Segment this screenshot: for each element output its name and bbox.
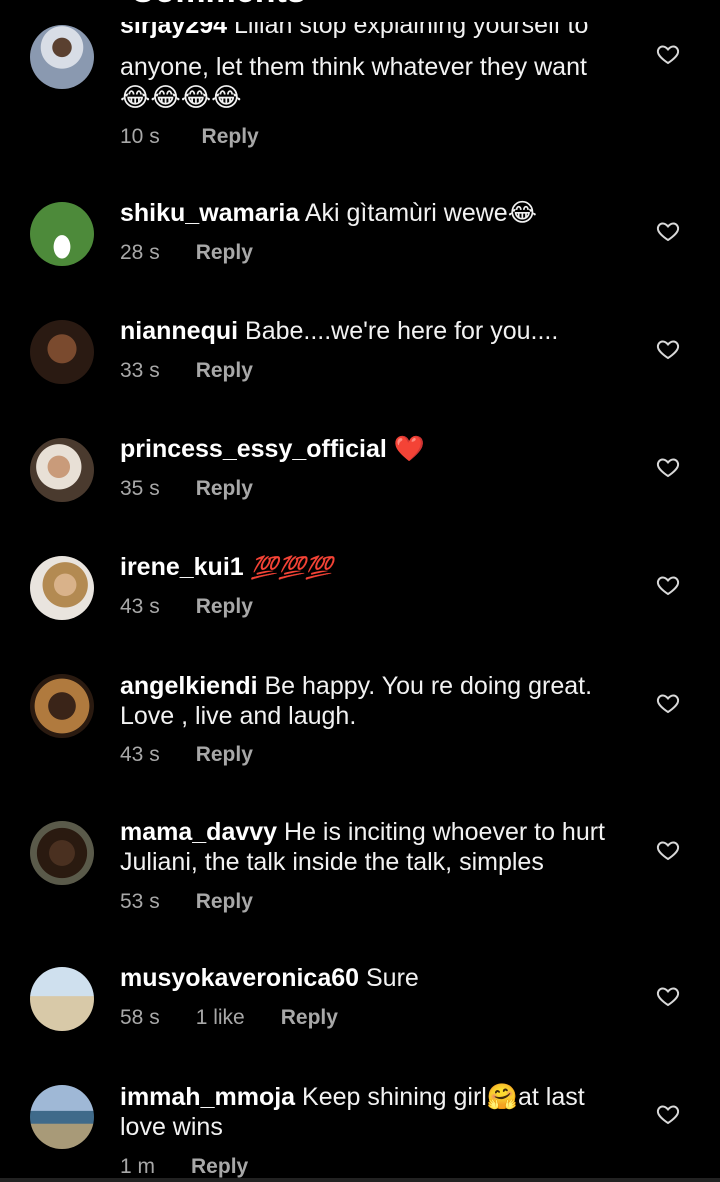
comment-text: mama_davvy He is inciting whoever to hur… (120, 817, 630, 877)
comment-meta: 35 s Reply (120, 477, 289, 501)
comment-username[interactable]: mama_davvy (120, 818, 277, 846)
comment-text: irene_kui1 💯💯💯 (120, 552, 630, 583)
heart-icon[interactable] (656, 838, 680, 862)
reply-button[interactable]: Reply (191, 1155, 248, 1178)
heart-icon[interactable] (656, 573, 680, 597)
page-title: Comments (130, 0, 306, 11)
reply-button[interactable]: Reply (196, 890, 253, 913)
reply-button[interactable]: Reply (196, 359, 253, 382)
avatar[interactable] (30, 320, 94, 384)
comment-meta: 33 s Reply (120, 359, 289, 383)
comment-text-continued: anyone, let them think whatever they wan… (120, 53, 587, 112)
comment-meta: 10 s Reply (120, 125, 295, 149)
heart-icon[interactable] (656, 984, 680, 1008)
comment-username[interactable]: angelkiendi (120, 672, 258, 700)
comment-text: musyokaveronica60 Sure (120, 963, 630, 993)
comment-username[interactable]: irene_kui1 (120, 553, 244, 581)
like-count[interactable]: 1 like (196, 1006, 245, 1029)
comment-text: immah_mmoja Keep shining girl🤗at last lo… (120, 1082, 630, 1142)
avatar[interactable] (30, 438, 94, 502)
comment-username[interactable]: immah_mmoja (120, 1083, 295, 1111)
reply-button[interactable]: Reply (281, 1006, 338, 1029)
comment-username[interactable]: shiku_wamaria (120, 199, 299, 227)
reply-button[interactable]: Reply (196, 241, 253, 264)
avatar[interactable] (30, 967, 94, 1031)
comment-meta: 43 s Reply (120, 595, 289, 619)
avatar[interactable] (30, 821, 94, 885)
comment-username[interactable]: princess_essy_official (120, 435, 387, 463)
comment-text-body: Aki gìtamùri wewe (304, 199, 508, 227)
comment-meta: 28 s Reply (120, 241, 289, 265)
comment-meta: 53 s Reply (120, 890, 289, 914)
comment-text-body: Sure (365, 964, 419, 992)
comment-text: princess_essy_official ❤️ (120, 434, 630, 464)
heart-icon[interactable] (656, 42, 680, 66)
comment-time: 58 s (120, 1006, 160, 1029)
reply-button[interactable]: Reply (196, 477, 253, 500)
top-bar: Comments (0, 0, 720, 10)
heart-icon[interactable] (656, 691, 680, 715)
reply-button[interactable]: Reply (196, 743, 253, 766)
comment-emojis: ❤️ (393, 435, 425, 463)
avatar[interactable] (30, 25, 94, 89)
avatar[interactable] (30, 556, 94, 620)
comment-time: 53 s (120, 890, 160, 913)
comment-emojis: 💯💯💯 (250, 555, 333, 580)
avatar[interactable] (30, 1085, 94, 1149)
comment-time: 10 s (120, 125, 160, 148)
reply-button[interactable]: Reply (202, 125, 259, 148)
comment-text: angelkiendi Be happy. You re doing great… (120, 671, 630, 731)
comment-username[interactable]: musyokaveronica60 (120, 964, 359, 992)
comment-emojis: 😂😂😂😂 (120, 82, 242, 112)
comment-time: 1 m (120, 1155, 156, 1178)
comment-time: 43 s (120, 743, 160, 766)
comment-text-clipped: sirjay294 Lilian stop explaining yoursel… (120, 22, 630, 44)
comment-text: niannequi Babe....we're here for you.... (120, 316, 630, 346)
comment-username[interactable]: sirjay294 (120, 22, 227, 39)
comment-text-body: Keep shining girl (302, 1083, 487, 1111)
comment-username[interactable]: niannequi (120, 317, 238, 345)
comment-time: 35 s (120, 477, 160, 500)
heart-icon[interactable] (656, 455, 680, 479)
reply-button[interactable]: Reply (196, 595, 253, 618)
comment-emojis: 😂 (507, 199, 537, 227)
comment-meta: 1 m Reply (120, 1155, 284, 1179)
heart-icon[interactable] (656, 219, 680, 243)
avatar[interactable] (30, 202, 94, 266)
comment-emojis: 🤗 (486, 1083, 518, 1111)
bottom-edge (0, 1178, 720, 1182)
comment-text-body: Babe....we're here for you.... (245, 317, 559, 345)
comment-time: 28 s (120, 241, 160, 264)
comment-text: shiku_wamaria Aki gìtamùri wewe😂 (120, 198, 630, 228)
comment-meta: 43 s Reply (120, 743, 289, 767)
avatar[interactable] (30, 674, 94, 738)
comment-time: 33 s (120, 359, 160, 382)
heart-icon[interactable] (656, 337, 680, 361)
comment-time: 43 s (120, 595, 160, 618)
heart-icon[interactable] (656, 1102, 680, 1126)
comment-meta: 58 s 1 like Reply (120, 1006, 374, 1030)
